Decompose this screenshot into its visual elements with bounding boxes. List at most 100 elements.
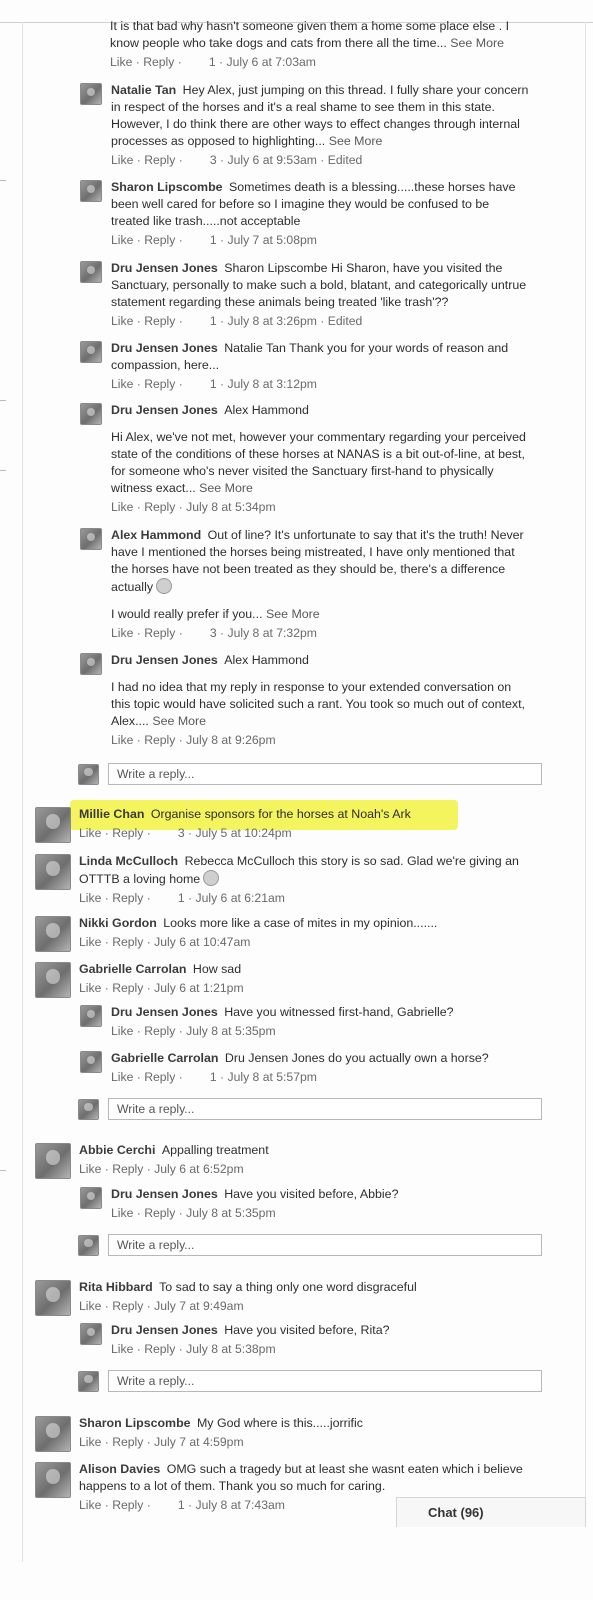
- comment-actions[interactable]: Like · Reply · July 7 at 4:59pm: [79, 1434, 530, 1451]
- avatar[interactable]: [80, 1051, 102, 1073]
- commenter-name[interactable]: Sharon Lipscombe: [79, 1416, 194, 1430]
- commenter-name[interactable]: Sharon Lipscombe: [111, 180, 226, 194]
- reply-comment: Gabrielle Carrolan Dru Jensen Jones do y…: [80, 1050, 530, 1086]
- write-reply-input[interactable]: Write a reply...: [108, 1234, 542, 1256]
- see-more-link[interactable]: See More: [329, 134, 383, 148]
- avatar[interactable]: [35, 1280, 71, 1316]
- comment-actions[interactable]: Like · Reply · 3 · July 5 at 10:24pm: [79, 825, 530, 842]
- commenter-name[interactable]: Millie Chan: [79, 807, 148, 821]
- comment-actions[interactable]: Like · Reply · July 8 at 9:26pm: [111, 732, 530, 749]
- commenter-name[interactable]: Dru Jensen Jones: [111, 1187, 221, 1201]
- top-level-comment: Gabrielle Carrolan How sad Like · Reply …: [35, 961, 530, 998]
- avatar[interactable]: [80, 261, 102, 283]
- comment-actions[interactable]: Like · Reply · July 8 at 5:35pm: [111, 1205, 530, 1222]
- comment-actions[interactable]: Like · Reply · July 8 at 5:35pm: [111, 1023, 530, 1040]
- top-level-comment: Nikki Gordon Looks more like a case of m…: [35, 915, 530, 952]
- avatar[interactable]: [80, 1005, 102, 1027]
- avatar[interactable]: [80, 653, 102, 675]
- top-level-comment: Rita Hibbard To sad to say a thing only …: [35, 1279, 530, 1316]
- comment-actions[interactable]: Like · Reply · 1 · July 8 at 3:12pm: [111, 376, 530, 393]
- avatar: [78, 763, 99, 785]
- comment-text: Looks more like a case of mites in my op…: [163, 916, 438, 930]
- comment-text: Organise sponsors for the horses at Noah…: [150, 807, 411, 821]
- commenter-name[interactable]: Linda McCulloch: [79, 854, 182, 868]
- commenter-name[interactable]: Dru Jensen Jones: [111, 261, 221, 275]
- avatar[interactable]: [80, 180, 102, 202]
- avatar[interactable]: [35, 916, 71, 952]
- see-more-link[interactable]: See More: [266, 607, 320, 621]
- write-reply-input[interactable]: Write a reply...: [108, 763, 542, 785]
- comment-text: Alex Hammond: [224, 403, 309, 417]
- avatar[interactable]: [80, 83, 102, 105]
- see-more-link[interactable]: See More: [450, 36, 504, 50]
- comment-actions[interactable]: Like · Reply · July 8 at 5:38pm: [111, 1341, 530, 1358]
- comment-actions[interactable]: Like · Reply · 1 · July 6 at 7:03am: [110, 54, 530, 71]
- reply-comment: It is that bad why hasn't someone given …: [110, 18, 530, 71]
- commenter-name[interactable]: Alison Davies: [79, 1462, 164, 1476]
- reply-comment: Natalie Tan Hey Alex, just jumping on th…: [80, 82, 530, 169]
- left-gutter-line: [22, 22, 23, 1562]
- write-reply-input[interactable]: Write a reply...: [108, 1370, 542, 1392]
- avatar[interactable]: [35, 962, 71, 998]
- commenter-name[interactable]: Alex Hammond: [111, 528, 205, 542]
- commenter-name[interactable]: Dru Jensen Jones: [111, 1005, 221, 1019]
- left-edge-mark: [0, 1170, 6, 1171]
- comment-text: Have you witnessed first-hand, Gabrielle…: [224, 1005, 454, 1019]
- see-more-link[interactable]: See More: [152, 714, 206, 728]
- comment-actions[interactable]: Like · Reply · 1 · July 8 at 5:57pm: [111, 1069, 530, 1086]
- commenter-name[interactable]: Abbie Cerchi: [79, 1143, 159, 1157]
- top-level-comment: Linda McCulloch Rebecca McCulloch this s…: [35, 853, 530, 907]
- commenter-name[interactable]: Rita Hibbard: [79, 1280, 156, 1294]
- comment-actions[interactable]: Like · Reply · July 8 at 5:34pm: [111, 499, 530, 516]
- see-more-link[interactable]: See More: [199, 481, 253, 495]
- commenter-name[interactable]: Gabrielle Carrolan: [79, 962, 190, 976]
- comment-actions[interactable]: Like · Reply · 3 · July 8 at 7:32pm: [111, 625, 530, 642]
- commenter-name[interactable]: Dru Jensen Jones: [111, 403, 221, 417]
- avatar[interactable]: [80, 341, 102, 363]
- comment-text: Alex Hammond: [224, 653, 309, 667]
- comment-text-continued: I would really prefer if you...: [111, 607, 263, 621]
- comment-actions[interactable]: Like · Reply · 1 · July 8 at 3:26pm · Ed…: [111, 313, 530, 330]
- comment-actions[interactable]: Like · Reply · July 6 at 10:47am: [79, 934, 530, 951]
- avatar: [78, 1234, 99, 1256]
- avatar[interactable]: [35, 854, 71, 890]
- left-edge-mark: [0, 470, 6, 471]
- commenter-name[interactable]: Dru Jensen Jones: [111, 1323, 221, 1337]
- commenter-name[interactable]: Natalie Tan: [111, 83, 180, 97]
- avatar[interactable]: [80, 1187, 102, 1209]
- commenter-name[interactable]: Dru Jensen Jones: [111, 341, 221, 355]
- commenter-name[interactable]: Dru Jensen Jones: [111, 653, 221, 667]
- top-level-comment: Millie Chan Organise sponsors for the ho…: [35, 806, 530, 843]
- avatar: [78, 1098, 99, 1120]
- comment-actions[interactable]: Like · Reply · July 6 at 1:21pm: [79, 980, 530, 997]
- comment-text: How sad: [192, 962, 242, 976]
- chat-label: Chat (96): [428, 1505, 484, 1520]
- reply-comment: Dru Jensen Jones Have you visited before…: [80, 1186, 530, 1222]
- reply-comment: Dru Jensen Jones Have you visited before…: [80, 1322, 530, 1358]
- reply-comment: Dru Jensen Jones Natalie Tan Thank you f…: [80, 340, 530, 393]
- avatar: [78, 1370, 99, 1392]
- reply-composer: Write a reply...: [78, 1098, 542, 1120]
- comment-actions[interactable]: Like · Reply · 1 · July 6 at 6:21am: [79, 890, 530, 907]
- comment-actions[interactable]: Like · Reply · 1 · July 7 at 5:08pm: [111, 232, 530, 249]
- avatar[interactable]: [80, 1323, 102, 1345]
- avatar[interactable]: [80, 528, 102, 550]
- comment-actions[interactable]: Like · Reply · July 7 at 9:49am: [79, 1298, 530, 1315]
- commenter-name[interactable]: Nikki Gordon: [79, 916, 160, 930]
- avatar[interactable]: [35, 807, 71, 843]
- reply-comment: Sharon Lipscombe Sometimes death is a bl…: [80, 179, 530, 249]
- comment-actions[interactable]: Like · Reply · July 6 at 6:52pm: [79, 1161, 530, 1178]
- chat-tab[interactable]: Chat (96): [396, 1497, 586, 1527]
- avatar[interactable]: [35, 1143, 71, 1179]
- commenter-name[interactable]: Gabrielle Carrolan: [111, 1051, 222, 1065]
- avatar[interactable]: [35, 1416, 71, 1452]
- comment-text: Have you visited before, Abbie?: [224, 1187, 399, 1201]
- comment-actions[interactable]: Like · Reply · 3 · July 6 at 9:53am · Ed…: [111, 152, 530, 169]
- avatar[interactable]: [80, 403, 102, 425]
- comment-text: Appalling treatment: [161, 1143, 269, 1157]
- comment-text: To sad to say a thing only one word disg…: [159, 1280, 417, 1294]
- reply-comment: Dru Jensen Jones Alex Hammond Hi Alex, we…: [80, 402, 530, 516]
- avatar[interactable]: [35, 1462, 71, 1498]
- write-reply-input[interactable]: Write a reply...: [108, 1098, 542, 1120]
- comment-text: My God where is this.....jorrific: [196, 1416, 363, 1430]
